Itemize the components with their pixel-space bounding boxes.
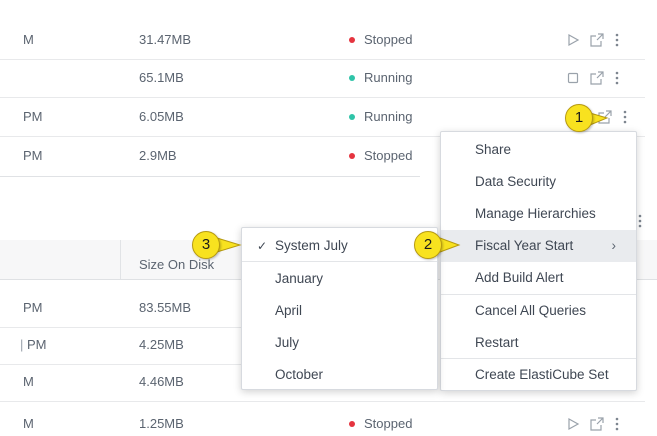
- menu-item-add-build-alert[interactable]: Add Build Alert: [441, 262, 636, 294]
- status-dot-icon: [349, 153, 355, 159]
- menu-item-cancel-all-queries[interactable]: Cancel All Queries: [441, 295, 636, 327]
- more-vertical-icon[interactable]: [614, 70, 620, 86]
- size-cell: 4.46MB: [139, 374, 184, 389]
- fiscal-year-submenu: ✓ System July January April July October: [241, 227, 438, 390]
- menu-item-create-elasticube-set[interactable]: Create ElastiCube Set: [441, 359, 636, 391]
- open-external-icon[interactable]: [589, 70, 605, 86]
- status-label: Stopped: [364, 416, 413, 431]
- size-cell: 65.1MB: [139, 70, 184, 85]
- callout-badge-2: 2: [414, 231, 442, 259]
- status-cell: Running: [349, 97, 412, 137]
- size-cell: 6.05MB: [139, 109, 184, 124]
- status-label: Running: [364, 109, 413, 124]
- status-label: Stopped: [364, 148, 413, 163]
- status-dot-icon: [349, 75, 355, 81]
- row-actions: [566, 416, 620, 432]
- submenu-item-january[interactable]: January: [242, 263, 437, 295]
- open-external-icon[interactable]: [597, 109, 613, 125]
- time-cell: M: [23, 32, 34, 47]
- submenu-item-october[interactable]: October: [242, 359, 437, 391]
- stop-icon[interactable]: [566, 71, 580, 85]
- time-cell: M: [23, 416, 34, 431]
- submenu-item-april[interactable]: April: [242, 295, 437, 327]
- table-row: 65.1MB Running: [0, 58, 657, 98]
- menu-item-fiscal-year-start[interactable]: Fiscal Year Start ›: [441, 230, 636, 262]
- submenu-item-july[interactable]: July: [242, 327, 437, 359]
- checkmark-icon: ✓: [257, 239, 268, 253]
- row-actions: [597, 109, 628, 125]
- submenu-item-label: System July: [275, 238, 348, 253]
- table-row: M 1.25MB Stopped: [0, 404, 657, 436]
- divider: [0, 176, 420, 177]
- status-cell: Running: [349, 58, 412, 98]
- size-cell: 4.25MB: [139, 337, 184, 352]
- open-external-icon[interactable]: [589, 32, 605, 48]
- more-vertical-icon[interactable]: [637, 213, 643, 229]
- status-cell: Stopped: [349, 20, 412, 60]
- status-dot-icon: [349, 114, 355, 120]
- status-label: Stopped: [364, 32, 413, 47]
- play-icon[interactable]: [566, 417, 580, 431]
- time-cell: PM: [23, 300, 43, 315]
- callout-badge-1: 1: [565, 104, 593, 132]
- time-cell: PM: [23, 109, 43, 124]
- menu-item-label: Fiscal Year Start: [475, 238, 574, 253]
- menu-divider: [242, 261, 437, 262]
- row-actions: [566, 32, 620, 48]
- more-vertical-icon[interactable]: [614, 32, 620, 48]
- status-cell: Stopped: [349, 404, 412, 436]
- time-cell: M: [23, 374, 34, 389]
- menu-item-share[interactable]: Share: [441, 134, 636, 166]
- submenu-item-system-july[interactable]: ✓ System July: [242, 230, 437, 262]
- menu-item-data-security[interactable]: Data Security: [441, 166, 636, 198]
- open-external-icon[interactable]: [589, 416, 605, 432]
- callout-badge-3: 3: [192, 231, 220, 259]
- status-label: Running: [364, 70, 413, 85]
- size-cell: 83.55MB: [139, 300, 192, 315]
- status-dot-icon: [349, 421, 355, 427]
- time-cell: | PM: [20, 337, 47, 352]
- more-vertical-icon[interactable]: [622, 109, 628, 125]
- menu-item-restart[interactable]: Restart: [441, 327, 636, 359]
- status-dot-icon: [349, 37, 355, 43]
- menu-item-manage-hierarchies[interactable]: Manage Hierarchies: [441, 198, 636, 230]
- time-cell: PM: [23, 148, 43, 163]
- size-cell: 2.9MB: [139, 148, 177, 163]
- cube-context-menu: Share Data Security Manage Hierarchies F…: [440, 131, 637, 391]
- chevron-right-icon: ›: [611, 238, 617, 253]
- more-vertical-icon[interactable]: [614, 416, 620, 432]
- table-row: M 31.47MB Stopped: [0, 20, 657, 60]
- status-cell: Stopped: [349, 136, 412, 176]
- play-icon[interactable]: [566, 33, 580, 47]
- row-actions: [566, 70, 620, 86]
- size-cell: 31.47MB: [139, 32, 192, 47]
- size-cell: 1.25MB: [139, 416, 184, 431]
